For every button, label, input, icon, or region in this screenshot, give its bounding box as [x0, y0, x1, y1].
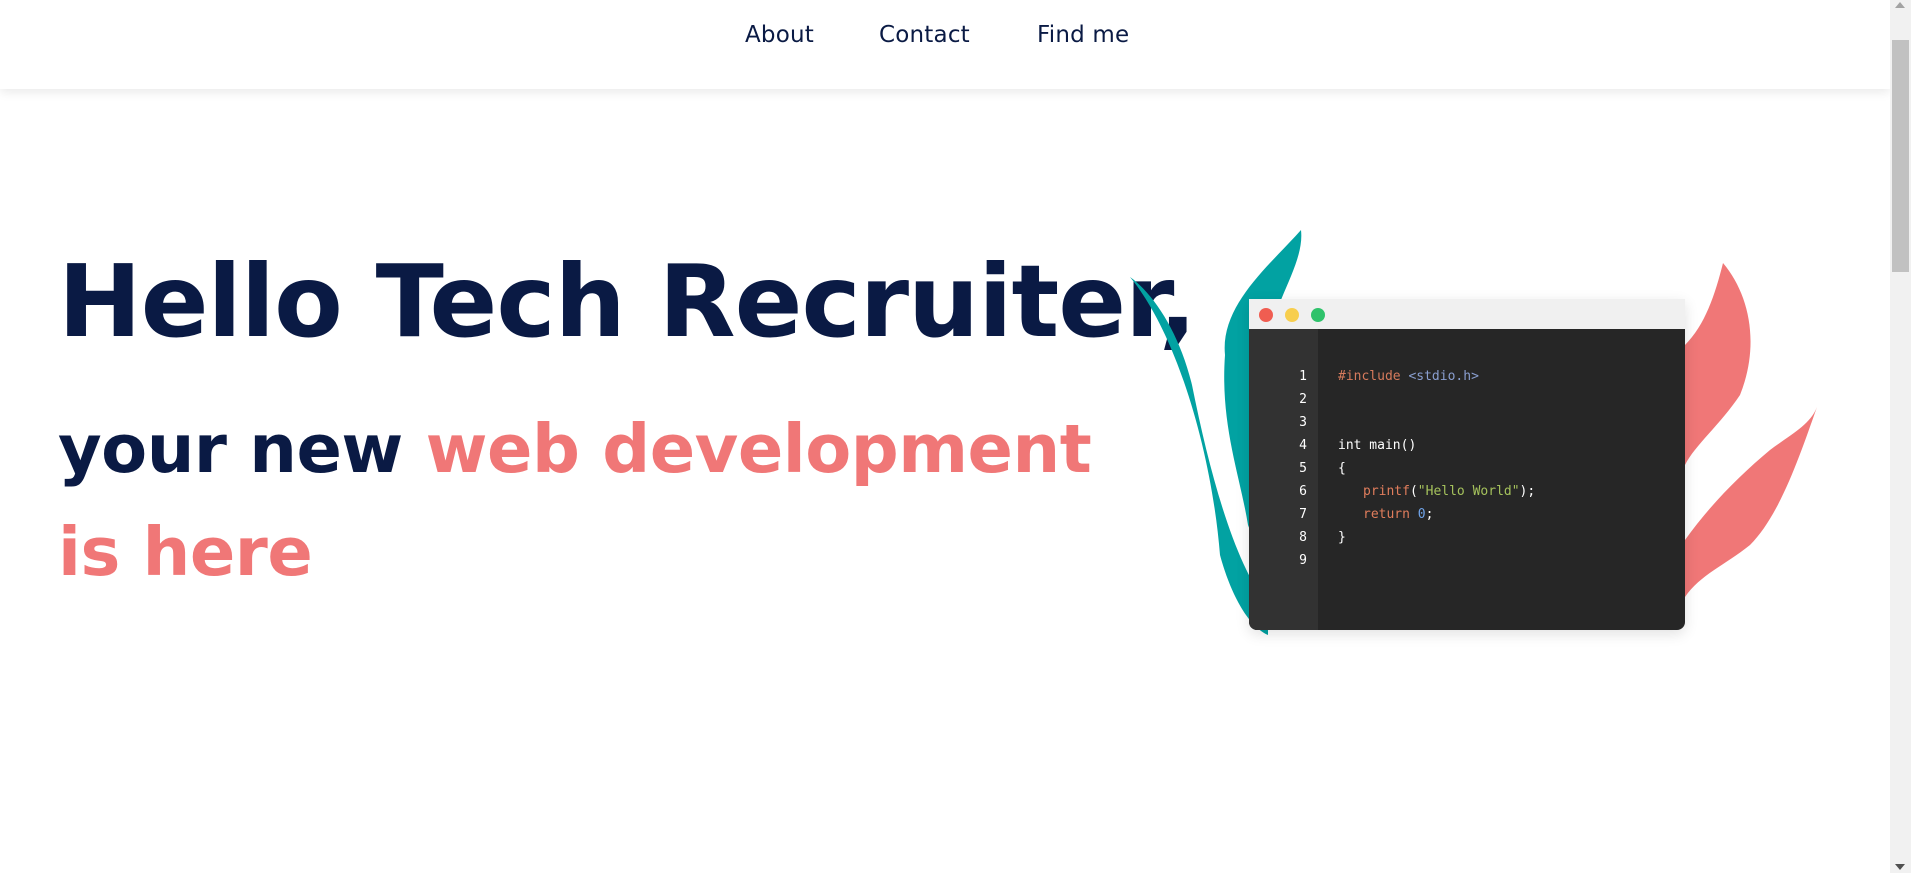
code-editor-window: 1 2 3 4 5 6 7 8 9 #include <stdio.h> int… [1249, 299, 1685, 630]
close-dot-icon[interactable] [1259, 308, 1273, 322]
line-number: 9 [1299, 553, 1307, 568]
line-number: 2 [1299, 392, 1307, 407]
line-number: 8 [1299, 530, 1307, 545]
code-line-include: #include <stdio.h> [1338, 369, 1479, 384]
include-keyword: #include [1338, 369, 1401, 384]
code-line-printf: printf("Hello World"); [1363, 484, 1535, 499]
window-title-bar [1249, 299, 1685, 329]
return-semicolon: ; [1425, 507, 1434, 522]
hero-subtitle-plain: your new [58, 410, 426, 488]
scroll-up-arrow-icon[interactable] [1895, 2, 1905, 8]
line-number-gutter: 1 2 3 4 5 6 7 8 9 [1249, 329, 1318, 630]
scrollbar-thumb[interactable] [1892, 40, 1909, 272]
vertical-scrollbar[interactable] [1890, 0, 1911, 873]
printf-function: printf [1363, 484, 1410, 499]
scroll-down-arrow-icon[interactable] [1895, 864, 1905, 870]
top-navbar: About Contact Find me [0, 0, 1890, 89]
line-number: 5 [1299, 461, 1307, 476]
code-line-close-brace: } [1338, 530, 1346, 545]
printf-open-paren: ( [1409, 484, 1418, 499]
line-number: 1 [1299, 369, 1307, 384]
nav-link-about[interactable]: About [745, 22, 814, 48]
line-number: 3 [1299, 415, 1307, 430]
code-line-main: int main() [1338, 438, 1417, 453]
maximize-dot-icon[interactable] [1311, 308, 1325, 322]
code-line-open-brace: { [1338, 461, 1346, 476]
nav-link-find-me[interactable]: Find me [1037, 22, 1129, 48]
return-value: 0 [1417, 507, 1426, 522]
code-line-return: return 0; [1363, 507, 1433, 522]
printf-string: "Hello World" [1417, 484, 1520, 499]
line-number: 4 [1299, 438, 1307, 453]
nav-link-contact[interactable]: Contact [879, 22, 970, 48]
return-keyword: return [1363, 507, 1410, 522]
line-number: 6 [1299, 484, 1307, 499]
line-number: 7 [1299, 507, 1307, 522]
coral-leaf-top [1685, 263, 1751, 465]
minimize-dot-icon[interactable] [1285, 308, 1299, 322]
hero-subtitle: your new web development is here [58, 398, 1118, 604]
hero-title: Hello Tech Recruiter, [58, 243, 1197, 360]
printf-close: ); [1519, 484, 1536, 499]
include-header: <stdio.h> [1408, 369, 1479, 384]
